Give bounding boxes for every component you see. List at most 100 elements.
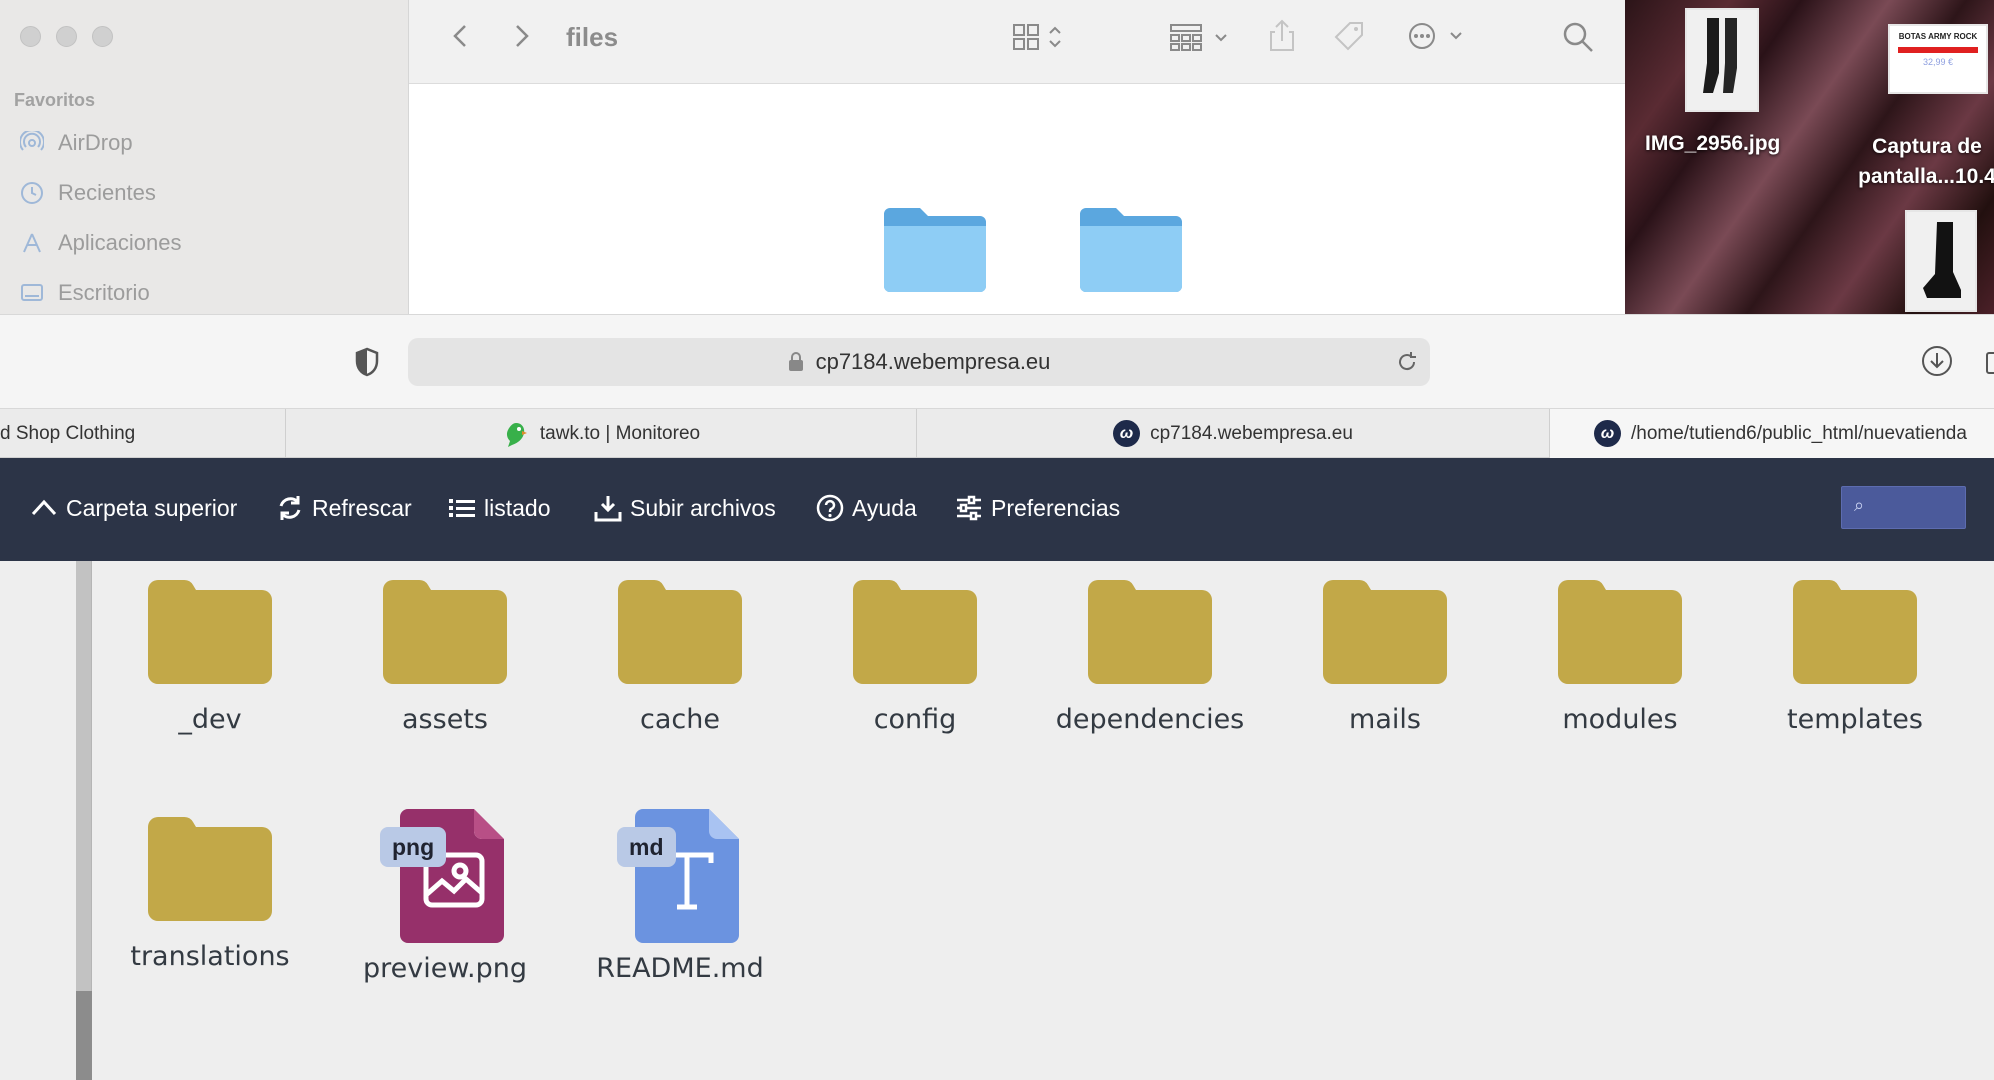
reload-icon[interactable] xyxy=(1396,351,1418,373)
back-arrow-icon[interactable] xyxy=(449,20,473,52)
file-item-label: translations xyxy=(130,941,290,972)
shield-icon[interactable] xyxy=(354,347,380,377)
folder-icon xyxy=(1088,579,1212,684)
file-item-assets[interactable]: assets xyxy=(345,578,545,735)
tabs-overview-icon[interactable] xyxy=(1986,349,1994,377)
list-view-label: listado xyxy=(484,494,551,521)
file-type-badge: md xyxy=(617,827,676,867)
image-thumbnail[interactable] xyxy=(1685,8,1759,112)
sliders-icon xyxy=(957,495,981,521)
preferences-button[interactable]: Preferencias xyxy=(955,494,1120,522)
airdrop-icon xyxy=(20,131,44,151)
sidebar-heading: Favoritos xyxy=(14,90,96,110)
file-item-cache[interactable]: cache xyxy=(580,578,780,735)
file-item-label: assets xyxy=(402,704,488,735)
finder-window: Favoritos AirDrop Recientes Aplicaciones… xyxy=(0,0,1625,335)
help-icon xyxy=(816,494,844,522)
zoom-window-button[interactable] xyxy=(92,26,113,47)
sidebar-item-recientes[interactable]: Recientes xyxy=(20,180,156,206)
applications-icon xyxy=(23,233,41,253)
file-item-dependencies[interactable]: dependencies xyxy=(1050,578,1250,735)
parrot-icon xyxy=(506,422,527,447)
desktop-icon xyxy=(21,284,43,301)
file-item-label: config xyxy=(873,704,957,735)
search-icon[interactable] xyxy=(1561,20,1595,54)
tab-label: d Shop Clothing xyxy=(0,422,136,444)
tab-shop-clothing[interactable]: d Shop Clothing xyxy=(0,409,286,458)
search-icon: ⌕ xyxy=(1854,495,1865,515)
tab-label: cp7184.webempresa.eu xyxy=(1150,422,1353,444)
clock-icon xyxy=(21,182,43,204)
folder-icon xyxy=(1793,579,1917,684)
forward-arrow-icon[interactable] xyxy=(509,20,533,52)
finder-sidebar: Favoritos AirDrop Recientes Aplicaciones… xyxy=(0,0,409,314)
chevron-up-icon xyxy=(31,499,57,516)
desktop-file-label: IMG_2956.jpg xyxy=(1645,132,1781,155)
image-thumbnail[interactable] xyxy=(1905,210,1977,312)
folder-icon xyxy=(1323,579,1447,684)
folder-icon xyxy=(148,579,272,684)
sidebar-item-label: Escritorio xyxy=(58,280,150,305)
file-item-label: templates xyxy=(1787,704,1923,735)
list-icon xyxy=(449,499,475,517)
sidebar-item-label: Aplicaciones xyxy=(58,230,182,255)
download-icon[interactable] xyxy=(1921,345,1953,377)
folder-icon xyxy=(884,208,986,292)
thumbnail-price: 32,99 € xyxy=(1922,57,1954,67)
tag-icon[interactable] xyxy=(1333,20,1367,52)
upload-files-label: Subir archivos xyxy=(630,494,776,521)
file-item-templates[interactable]: templates xyxy=(1755,578,1955,735)
minimize-window-button[interactable] xyxy=(56,26,77,47)
file-item-label: dependencies xyxy=(1055,704,1245,735)
finder-title: files xyxy=(566,22,619,52)
upload-icon xyxy=(594,496,622,522)
boot-image-icon xyxy=(1907,212,1975,310)
help-button[interactable]: Ayuda xyxy=(816,494,917,522)
file-item-mails[interactable]: mails xyxy=(1285,578,1485,735)
file-item-modules[interactable]: modules xyxy=(1520,578,1720,735)
file-item-readme-md[interactable]: md README.md xyxy=(580,809,780,984)
sidebar-item-airdrop[interactable]: AirDrop xyxy=(20,130,133,156)
scrollbar-thumb[interactable] xyxy=(76,991,92,1080)
browser-address-bar: cp7184.webempresa.eu xyxy=(0,314,1994,408)
preferences-label: Preferencias xyxy=(991,494,1121,521)
sidebar-item-escritorio[interactable]: Escritorio xyxy=(20,280,150,306)
file-manager-toolbar: Carpeta superior Refrescar listado Subir… xyxy=(0,458,1994,561)
window-controls xyxy=(20,26,113,47)
refresh-button[interactable]: Refrescar xyxy=(276,494,412,522)
file-item-dev[interactable]: _dev xyxy=(110,578,310,735)
desktop-file-label-text: Captura de pantalla...10.4 xyxy=(1858,135,1994,188)
more-actions-icon[interactable] xyxy=(1407,20,1467,52)
tab-cp7184[interactable]: ω cp7184.webempresa.eu xyxy=(917,409,1550,458)
folder-icon xyxy=(853,579,977,684)
finder-content: modules themes xyxy=(409,84,1625,335)
help-label: Ayuda xyxy=(852,494,917,521)
tab-tawkto[interactable]: tawk.to | Monitoreo xyxy=(286,409,917,458)
lock-icon xyxy=(788,352,803,371)
file-manager-scrollbar[interactable] xyxy=(76,561,92,1080)
file-item-label: _dev xyxy=(178,704,242,735)
folder-icon xyxy=(1558,579,1682,684)
list-view-button[interactable]: listado xyxy=(448,494,550,522)
screenshot-thumbnail[interactable]: BOTAS ARMY ROCK 32,99 € xyxy=(1888,24,1988,94)
icon-view-grid-icon[interactable] xyxy=(1012,22,1068,52)
file-item-label: cache xyxy=(640,704,720,735)
parent-folder-button[interactable]: Carpeta superior xyxy=(30,494,237,522)
url-field[interactable]: cp7184.webempresa.eu xyxy=(408,338,1430,386)
share-icon[interactable] xyxy=(1267,18,1297,52)
webempresa-logo-icon: ω xyxy=(1113,420,1141,447)
file-item-translations[interactable]: translations xyxy=(110,815,310,972)
close-window-button[interactable] xyxy=(20,26,41,47)
file-item-config[interactable]: config xyxy=(815,578,1015,735)
file-item-label: README.md xyxy=(596,953,764,984)
file-item-label: modules xyxy=(1562,704,1678,735)
file-search-input[interactable]: ⌕ xyxy=(1841,486,1966,529)
folder-icon xyxy=(618,579,742,684)
sidebar-item-aplicaciones[interactable]: Aplicaciones xyxy=(20,230,182,256)
tab-file-manager[interactable]: ω /home/tutiend6/public_html/nuevatienda xyxy=(1550,409,1994,458)
group-view-icon[interactable] xyxy=(1169,22,1239,52)
refresh-icon xyxy=(279,496,301,520)
file-item-preview-png[interactable]: png preview.png xyxy=(345,809,545,984)
folder-icon xyxy=(148,816,272,921)
upload-files-button[interactable]: Subir archivos xyxy=(594,494,776,522)
